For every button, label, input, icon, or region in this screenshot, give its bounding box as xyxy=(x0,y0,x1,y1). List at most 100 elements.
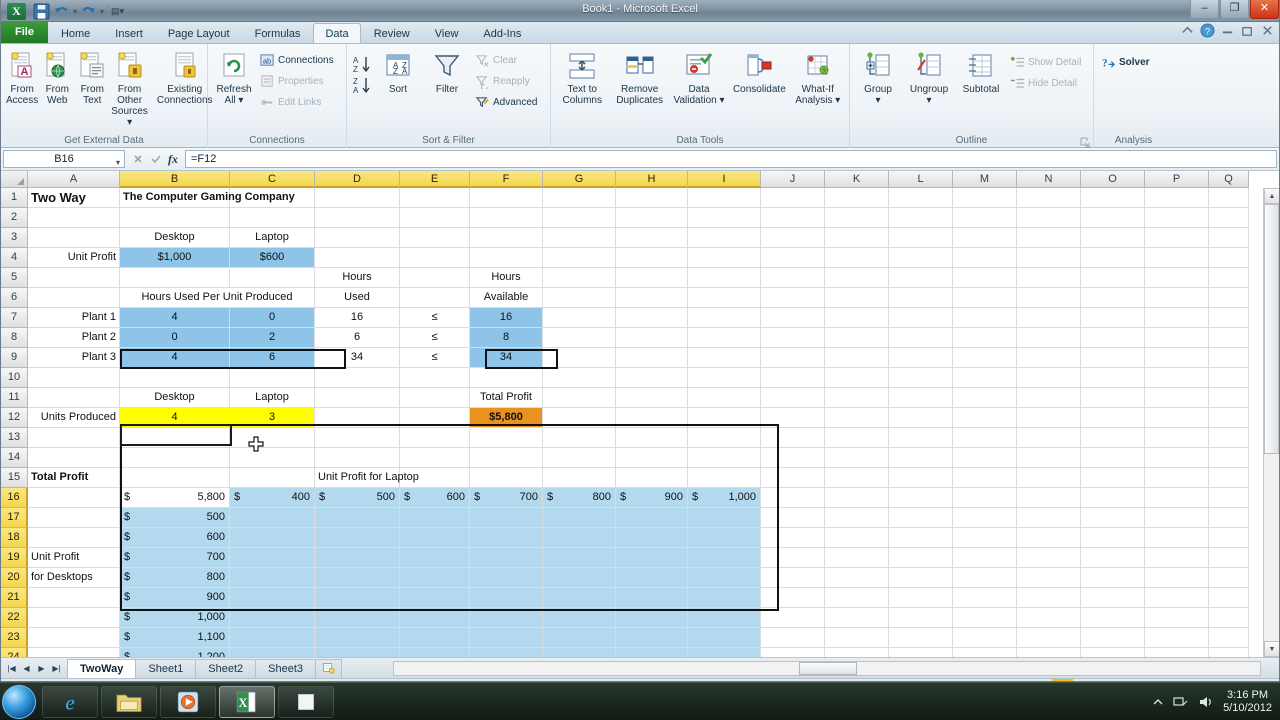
cell-B22[interactable]: $1,000 xyxy=(120,608,230,628)
cell-N19[interactable] xyxy=(1017,548,1081,568)
cell-I9[interactable] xyxy=(688,348,761,368)
cell-E2[interactable] xyxy=(400,208,470,228)
cell-M5[interactable] xyxy=(953,268,1017,288)
cell-O22[interactable] xyxy=(1081,608,1145,628)
sheet-tab-twoway[interactable]: TwoWay xyxy=(67,658,137,678)
cell-N7[interactable] xyxy=(1017,308,1081,328)
column-header-B[interactable]: B xyxy=(120,171,230,188)
cell-J1[interactable] xyxy=(761,188,825,208)
cell-O20[interactable] xyxy=(1081,568,1145,588)
cell-B15[interactable] xyxy=(120,468,230,488)
taskbar-item-windows-explorer[interactable] xyxy=(101,685,157,718)
cell-Q6[interactable] xyxy=(1209,288,1249,308)
cell-J6[interactable] xyxy=(761,288,825,308)
cell-L18[interactable] xyxy=(889,528,953,548)
cell-area[interactable]: Two Way The Computer Gaming Company Deskto… xyxy=(28,188,1249,657)
cell-O5[interactable] xyxy=(1081,268,1145,288)
cell-J9[interactable] xyxy=(761,348,825,368)
horizontal-scroll-thumb[interactable] xyxy=(799,662,857,675)
cell-G3[interactable] xyxy=(543,228,616,248)
cell-D16[interactable]: $500 xyxy=(315,488,400,508)
cell-Q12[interactable] xyxy=(1209,408,1249,428)
name-box-dropdown-icon[interactable]: ▾ xyxy=(116,158,120,167)
cell-D3[interactable] xyxy=(315,228,400,248)
cell-K23[interactable] xyxy=(825,628,889,648)
cell-Q4[interactable] xyxy=(1209,248,1249,268)
cell-A20[interactable]: for Desktops xyxy=(28,568,120,588)
tab-view[interactable]: View xyxy=(423,23,471,43)
cell-C4[interactable]: $600 xyxy=(230,248,315,268)
cell-C22[interactable] xyxy=(230,608,315,628)
cell-C7[interactable]: 0 xyxy=(230,308,315,328)
cell-K18[interactable] xyxy=(825,528,889,548)
cell-B5[interactable] xyxy=(120,268,230,288)
column-header-L[interactable]: L xyxy=(889,171,953,188)
tab-file[interactable]: File xyxy=(1,21,48,43)
cell-H4[interactable] xyxy=(616,248,688,268)
window-restore-icon[interactable] xyxy=(1240,23,1255,38)
cell-J11[interactable] xyxy=(761,388,825,408)
cell-L19[interactable] xyxy=(889,548,953,568)
horizontal-scrollbar[interactable] xyxy=(393,661,1261,676)
cell-D18[interactable] xyxy=(315,528,400,548)
cell-B6[interactable]: Hours Used Per Unit Produced xyxy=(120,288,315,308)
cell-D7[interactable]: 16 xyxy=(315,308,400,328)
column-header-E[interactable]: E xyxy=(400,171,470,188)
row-header-12[interactable]: 12 xyxy=(1,408,28,428)
tab-formulas[interactable]: Formulas xyxy=(243,23,313,43)
refresh-all-button[interactable]: Refresh All ▾ xyxy=(212,48,256,106)
cell-H19[interactable] xyxy=(616,548,688,568)
cell-O18[interactable] xyxy=(1081,528,1145,548)
cell-A10[interactable] xyxy=(28,368,120,388)
cell-K2[interactable] xyxy=(825,208,889,228)
cell-L16[interactable] xyxy=(889,488,953,508)
row-header-5[interactable]: 5 xyxy=(1,268,28,288)
cell-O24[interactable] xyxy=(1081,648,1145,657)
cell-A4[interactable]: Unit Profit xyxy=(28,248,120,268)
cell-B4[interactable]: $1,000 xyxy=(120,248,230,268)
cell-P18[interactable] xyxy=(1145,528,1209,548)
cell-K14[interactable] xyxy=(825,448,889,468)
cell-K17[interactable] xyxy=(825,508,889,528)
cell-P23[interactable] xyxy=(1145,628,1209,648)
cell-G15[interactable] xyxy=(543,468,616,488)
cell-Q8[interactable] xyxy=(1209,328,1249,348)
cell-N13[interactable] xyxy=(1017,428,1081,448)
minimize-button[interactable]: – xyxy=(1190,0,1219,19)
cell-J14[interactable] xyxy=(761,448,825,468)
cell-F22[interactable] xyxy=(470,608,543,628)
cell-G8[interactable] xyxy=(543,328,616,348)
cell-H15[interactable] xyxy=(616,468,688,488)
cell-F6[interactable]: Available xyxy=(470,288,543,308)
cell-P4[interactable] xyxy=(1145,248,1209,268)
cell-L12[interactable] xyxy=(889,408,953,428)
cell-C9[interactable]: 6 xyxy=(230,348,315,368)
cell-J5[interactable] xyxy=(761,268,825,288)
cell-B14[interactable] xyxy=(120,448,230,468)
cell-D19[interactable] xyxy=(315,548,400,568)
column-header-G[interactable]: G xyxy=(543,171,616,188)
restore-button[interactable]: ❐ xyxy=(1220,0,1249,19)
row-header-14[interactable]: 14 xyxy=(1,448,28,468)
select-all-corner[interactable] xyxy=(1,171,28,188)
sort-button[interactable]: A Z Z A Sort xyxy=(374,48,422,95)
tab-data[interactable]: Data xyxy=(313,23,361,43)
cell-D14[interactable] xyxy=(315,448,400,468)
cell-O17[interactable] xyxy=(1081,508,1145,528)
cell-I5[interactable] xyxy=(688,268,761,288)
cell-L10[interactable] xyxy=(889,368,953,388)
cell-D1[interactable] xyxy=(315,188,400,208)
cell-I10[interactable] xyxy=(688,368,761,388)
cell-Q11[interactable] xyxy=(1209,388,1249,408)
cell-P14[interactable] xyxy=(1145,448,1209,468)
cell-L3[interactable] xyxy=(889,228,953,248)
subtotal-button[interactable]: Subtotal xyxy=(956,48,1006,95)
cell-O21[interactable] xyxy=(1081,588,1145,608)
cell-D4[interactable] xyxy=(315,248,400,268)
start-button[interactable] xyxy=(2,684,36,719)
cell-F21[interactable] xyxy=(470,588,543,608)
cell-O1[interactable] xyxy=(1081,188,1145,208)
cell-K24[interactable] xyxy=(825,648,889,657)
sheet-tab-sheet3[interactable]: Sheet3 xyxy=(255,658,317,678)
column-header-H[interactable]: H xyxy=(616,171,688,188)
